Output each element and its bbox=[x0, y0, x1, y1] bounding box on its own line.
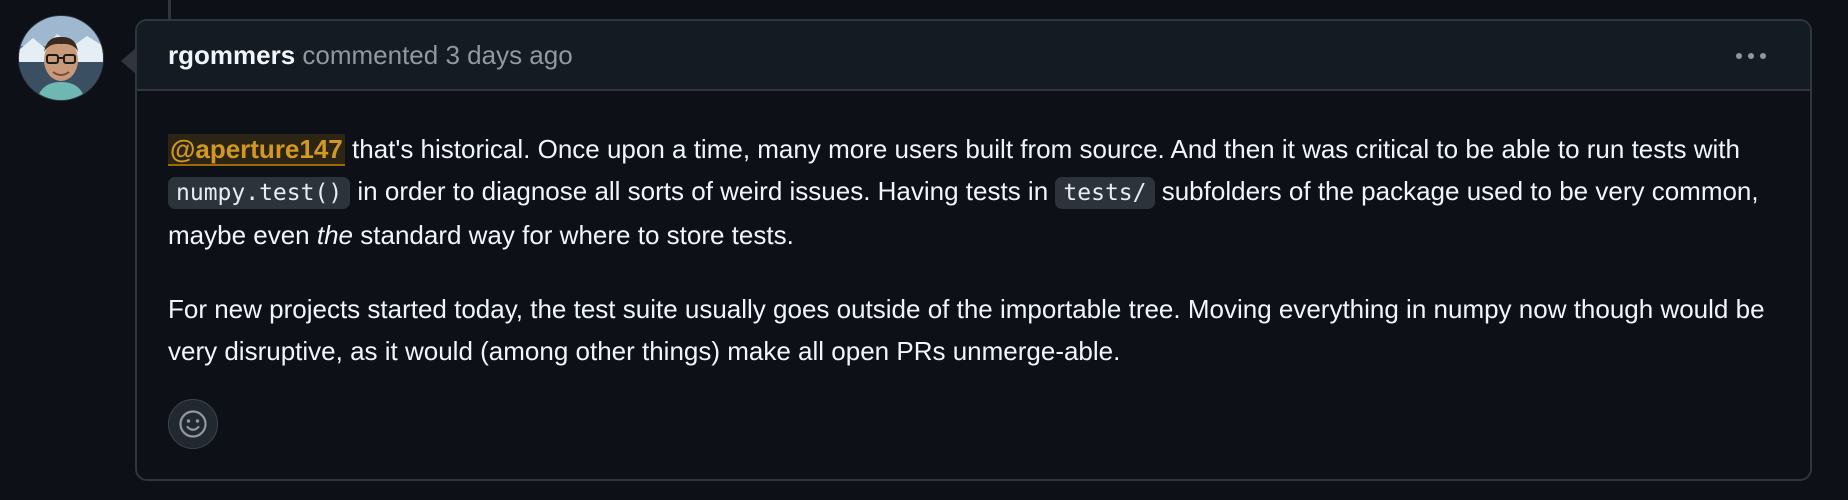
comment-pointer bbox=[121, 48, 136, 74]
text-segment: standard way for where to store tests. bbox=[353, 220, 794, 250]
smiley-icon bbox=[179, 410, 207, 438]
paragraph: @aperture147 that's historical. Once upo… bbox=[168, 128, 1788, 256]
emphasis-text: the bbox=[316, 220, 354, 250]
user-mention-link[interactable]: @aperture147 bbox=[168, 134, 345, 166]
comment-body: @aperture147 that's historical. Once upo… bbox=[168, 128, 1788, 372]
inline-code: tests/ bbox=[1055, 177, 1155, 209]
text-segment: that's historical. Once upon a time, man… bbox=[344, 134, 1740, 164]
comment-box: rgommers commented 3 days ago @aperture1… bbox=[135, 19, 1812, 481]
text-segment: in order to diagnose all sorts of weird … bbox=[350, 176, 1056, 206]
timeline: rgommers commented 3 days ago @aperture1… bbox=[0, 0, 1848, 500]
inline-code: numpy.test() bbox=[168, 177, 351, 209]
paragraph: For new projects started today, the test… bbox=[168, 294, 1765, 366]
timeline-connector bbox=[168, 0, 171, 20]
author-link[interactable]: rgommers bbox=[168, 40, 295, 70]
comment-action: commented bbox=[302, 40, 439, 70]
comment-timestamp[interactable]: 3 days ago bbox=[445, 40, 572, 70]
comment-meta: rgommers commented 3 days ago bbox=[168, 39, 573, 71]
add-reaction-button[interactable] bbox=[168, 399, 218, 449]
kebab-horizontal-icon[interactable] bbox=[1732, 41, 1770, 71]
avatar[interactable] bbox=[19, 16, 103, 100]
comment-header: rgommers commented 3 days ago bbox=[137, 21, 1810, 91]
